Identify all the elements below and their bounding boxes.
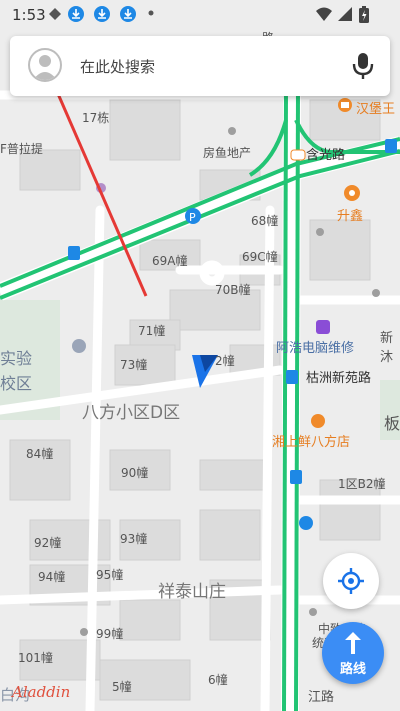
- poi-label[interactable]: F普拉提: [0, 140, 43, 157]
- download-icon: [94, 6, 110, 22]
- route-button[interactable]: 路线: [322, 622, 384, 684]
- area-label: 八方小区D区: [82, 403, 181, 423]
- locate-button[interactable]: [323, 553, 379, 609]
- building-label: 73幢: [120, 358, 148, 372]
- building-label: 17栋: [82, 111, 110, 125]
- diamond-icon: [49, 8, 61, 20]
- road-label: 江路: [308, 690, 335, 705]
- download-icon: [120, 6, 136, 22]
- building-label: 101幢: [18, 651, 53, 665]
- download-icon: [68, 6, 84, 22]
- school-label: 校区: [0, 374, 33, 393]
- user-avatar-icon: [33, 55, 57, 80]
- status-time: 1:53: [12, 6, 46, 24]
- area-label: 祥泰山庄: [158, 582, 226, 602]
- poi-label[interactable]: 阿浩电脑维修: [276, 337, 354, 356]
- locate-crosshair-icon: [338, 568, 364, 594]
- avatar[interactable]: [28, 48, 62, 82]
- building-label: 68幢: [251, 214, 279, 228]
- road-label: 含光路: [306, 148, 346, 163]
- building-label: 90幢: [121, 466, 149, 480]
- poi-label[interactable]: 房鱼地产: [203, 144, 251, 161]
- building-label: 99幢: [96, 627, 124, 641]
- status-bar: 1:53: [0, 0, 400, 30]
- building-label: 5幢: [112, 680, 132, 694]
- turn-arrow-icon: [345, 632, 361, 654]
- building-label: 93幢: [120, 532, 148, 546]
- poi-label[interactable]: 汉堡王: [356, 98, 395, 117]
- building-label: 94幢: [38, 570, 66, 584]
- poi-label[interactable]: 新沐: [380, 327, 400, 365]
- battery-charging-icon: [359, 6, 369, 23]
- building-label: 70B幢: [215, 283, 251, 297]
- search-bar[interactable]: 在此处搜索: [10, 36, 390, 96]
- map-label: 板: [384, 414, 400, 433]
- signal-icon: [338, 7, 352, 21]
- building-label: 84幢: [26, 447, 54, 461]
- building-label: 71幢: [138, 324, 166, 338]
- search-input[interactable]: 在此处搜索: [80, 56, 155, 77]
- poi-label[interactable]: 湘上鲜八方店: [272, 431, 350, 450]
- building-label: 2幢: [215, 354, 235, 368]
- route-label: 路线: [339, 662, 366, 677]
- wifi-icon: [316, 7, 332, 21]
- building-label: 6幢: [208, 673, 228, 687]
- dot-icon: [148, 10, 154, 16]
- road-label: 枯洲新苑路: [306, 371, 372, 386]
- building-label: 92幢: [34, 536, 62, 550]
- building-label: 1区B2幢: [338, 477, 386, 491]
- poi-label[interactable]: 升鑫: [337, 205, 363, 224]
- school-label: 实验: [0, 349, 33, 368]
- building-label: 69A幢: [152, 254, 188, 268]
- building-label: 95幢: [96, 568, 124, 582]
- microphone-icon[interactable]: [352, 52, 374, 80]
- building-label: 69C幢: [242, 250, 278, 264]
- aladdin-watermark: Aladdin: [12, 683, 71, 701]
